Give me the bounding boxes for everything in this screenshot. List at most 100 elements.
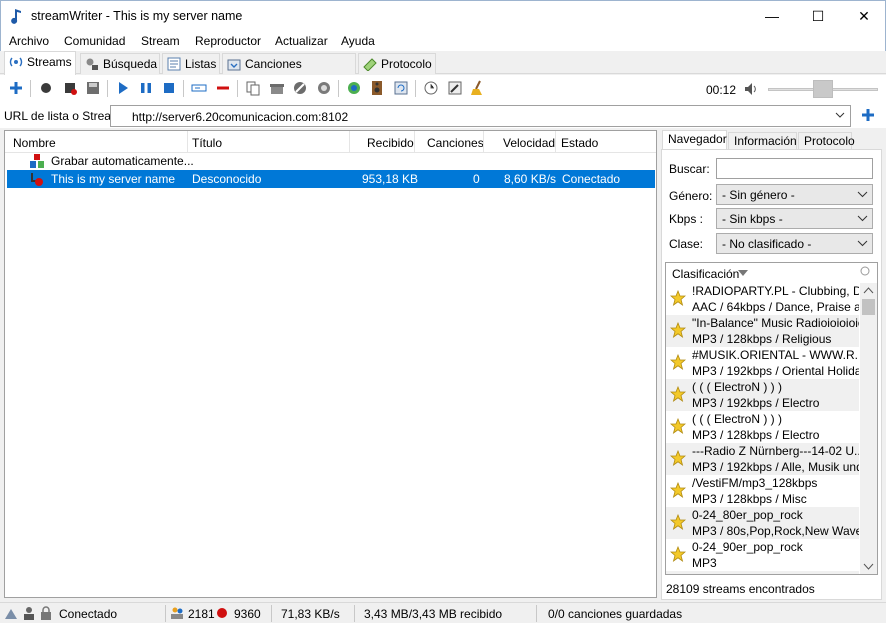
lock-icon (41, 606, 51, 620)
tab-busqueda[interactable]: Búsqueda (80, 53, 160, 74)
volume-slider-thumb[interactable] (813, 80, 833, 98)
col-estado[interactable]: Estado (561, 136, 598, 150)
timer-icon[interactable] (423, 80, 439, 96)
speaker-icon[interactable] (369, 80, 385, 96)
stream-name: /VestiFM/mp3_128kbps (692, 476, 818, 490)
menu-ayuda[interactable]: Ayuda (341, 34, 375, 48)
gift-icon[interactable] (269, 80, 285, 96)
log-note-icon (363, 58, 377, 71)
add-url-icon[interactable] (861, 108, 875, 122)
status-state: Conectado (59, 607, 118, 621)
menu-bar: Archivo Comunidad Stream Reproductor Act… (0, 31, 886, 51)
list-item[interactable]: 0-24_90er_pop_rock MP3 (666, 539, 859, 571)
list-item[interactable]: 0-24_charts_pop_rock (666, 571, 859, 574)
volume-icon[interactable] (744, 82, 760, 96)
chevron-down-icon[interactable] (834, 109, 846, 121)
toolbar-separator (338, 80, 339, 97)
url-input[interactable]: http://server6.20comunicacion.com:8102 (132, 110, 348, 124)
stream-recording-icon (31, 173, 43, 186)
toolbar-separator (107, 80, 108, 97)
menu-actualizar[interactable]: Actualizar (275, 34, 328, 48)
scroll-down-icon[interactable] (863, 561, 874, 572)
rename-icon[interactable] (191, 80, 207, 96)
menu-stream[interactable]: Stream (141, 34, 180, 48)
refresh-list-icon[interactable] (393, 80, 409, 96)
minimize-button[interactable]: — (749, 1, 795, 31)
column-separator[interactable] (483, 131, 484, 153)
streams-found-count: 28109 streams encontrados (666, 582, 815, 596)
list-item[interactable]: 0-24_80er_pop_rock MP3 / 80s,Pop,Rock,New… (666, 507, 859, 539)
stop-icon[interactable] (161, 80, 177, 96)
scrollbar[interactable] (860, 283, 877, 574)
col-nombre[interactable]: Nombre (13, 136, 56, 150)
user-icon (24, 607, 34, 620)
sort-down-icon (738, 270, 748, 276)
close-button[interactable]: ✕ (841, 1, 886, 31)
table-row[interactable]: This is my server name Desconocido 953,1… (7, 170, 655, 188)
copy-icon[interactable] (245, 80, 261, 96)
column-separator[interactable] (414, 131, 415, 153)
stream-browser-list[interactable]: Clasificación !RADIOPARTY.PL - Clubbing,… (665, 262, 878, 575)
column-separator[interactable] (349, 131, 350, 153)
stream-name: 0-24_80er_pop_rock (692, 508, 803, 522)
list-item[interactable]: ---Radio Z Nürnberg---14-02 U... MP3 / 19… (666, 443, 859, 475)
chevron-down-icon (857, 240, 868, 247)
genre-select[interactable]: - Sin género - (716, 184, 873, 205)
list-item[interactable]: #MUSIK.ORIENTAL - WWW.R... MP3 / 192kbps … (666, 347, 859, 379)
col-canciones[interactable]: Canciones (427, 136, 484, 150)
streams-list[interactable]: Nombre Título Recibido Canciones Velocid… (4, 130, 657, 598)
save-to-disk-icon[interactable] (85, 80, 101, 96)
col-titulo[interactable]: Título (192, 136, 222, 150)
kbps-select[interactable]: - Sin kbps - (716, 208, 873, 229)
list-item[interactable]: ( ( ( ElectroN ) ) ) MP3 / 192kbps / Elec… (666, 379, 859, 411)
search-input[interactable] (716, 158, 873, 179)
url-label: URL de lista o Stream: (4, 109, 125, 123)
block-icon[interactable] (292, 80, 308, 96)
stream-name: 0-24_charts_pop_rock (692, 572, 811, 574)
column-separator[interactable] (187, 131, 188, 153)
col-recibido[interactable]: Recibido (367, 136, 414, 150)
star-rating-icon (669, 385, 687, 402)
url-combobox[interactable]: http://server6.20comunicacion.com:8102 (110, 105, 851, 127)
stop-record-icon[interactable] (62, 80, 78, 96)
search-people-icon (86, 58, 98, 70)
stream-info: AAC / 64kbps / Dance, Praise and (692, 300, 859, 314)
add-icon[interactable] (8, 80, 24, 96)
settings-icon[interactable] (447, 80, 463, 96)
auto-record-icon (30, 154, 44, 168)
list-item[interactable]: ( ( ( ElectroN ) ) ) MP3 / 128kbps / Elec… (666, 411, 859, 443)
table-row[interactable]: Grabar automaticamente... (7, 152, 655, 170)
scrollbar-thumb[interactable] (862, 299, 875, 315)
play-icon[interactable] (115, 80, 131, 96)
list-item[interactable]: !RADIOPARTY.PL - Clubbing, D... AAC / 64k… (666, 283, 859, 315)
status-speed: 71,83 KB/s (281, 607, 340, 621)
menu-reproductor[interactable]: Reproductor (195, 34, 261, 48)
web-globe-icon[interactable] (346, 80, 362, 96)
cleanup-broom-icon[interactable] (470, 80, 486, 96)
column-separator[interactable] (555, 131, 556, 153)
tab-protocolo[interactable]: Protocolo (358, 53, 436, 74)
list-item[interactable]: /VestiFM/mp3_128kbps MP3 / 128kbps / Misc (666, 475, 859, 507)
tab-canciones-archivadas[interactable]: Canciones archivadas (222, 53, 356, 91)
menu-archivo[interactable]: Archivo (9, 34, 49, 48)
tab-streams[interactable]: Streams (4, 51, 76, 75)
class-select[interactable]: - No clasificado - (716, 233, 873, 254)
record-icon[interactable] (38, 80, 54, 96)
status-separator (271, 605, 272, 622)
tab-listas[interactable]: Listas (162, 53, 220, 74)
star-rating-icon (669, 449, 687, 466)
list-item[interactable]: "In-Balance" Music Radioioioioioio MP3 / … (666, 315, 859, 347)
scroll-up-icon[interactable] (863, 285, 874, 296)
status-separator (165, 605, 166, 622)
pause-icon[interactable] (138, 80, 154, 96)
row-speed: 8,60 KB/s (504, 172, 557, 186)
rating-header[interactable]: Clasificación (666, 263, 877, 283)
maximize-button[interactable]: ☐ (795, 1, 841, 31)
archive-icon (227, 59, 241, 71)
ignore-icon[interactable] (316, 80, 332, 96)
star-rating-icon (669, 289, 687, 306)
remove-icon[interactable] (215, 80, 231, 96)
col-velocidad[interactable]: Velocidad (503, 136, 555, 150)
menu-comunidad[interactable]: Comunidad (64, 34, 125, 48)
column-options-icon[interactable] (860, 266, 870, 276)
